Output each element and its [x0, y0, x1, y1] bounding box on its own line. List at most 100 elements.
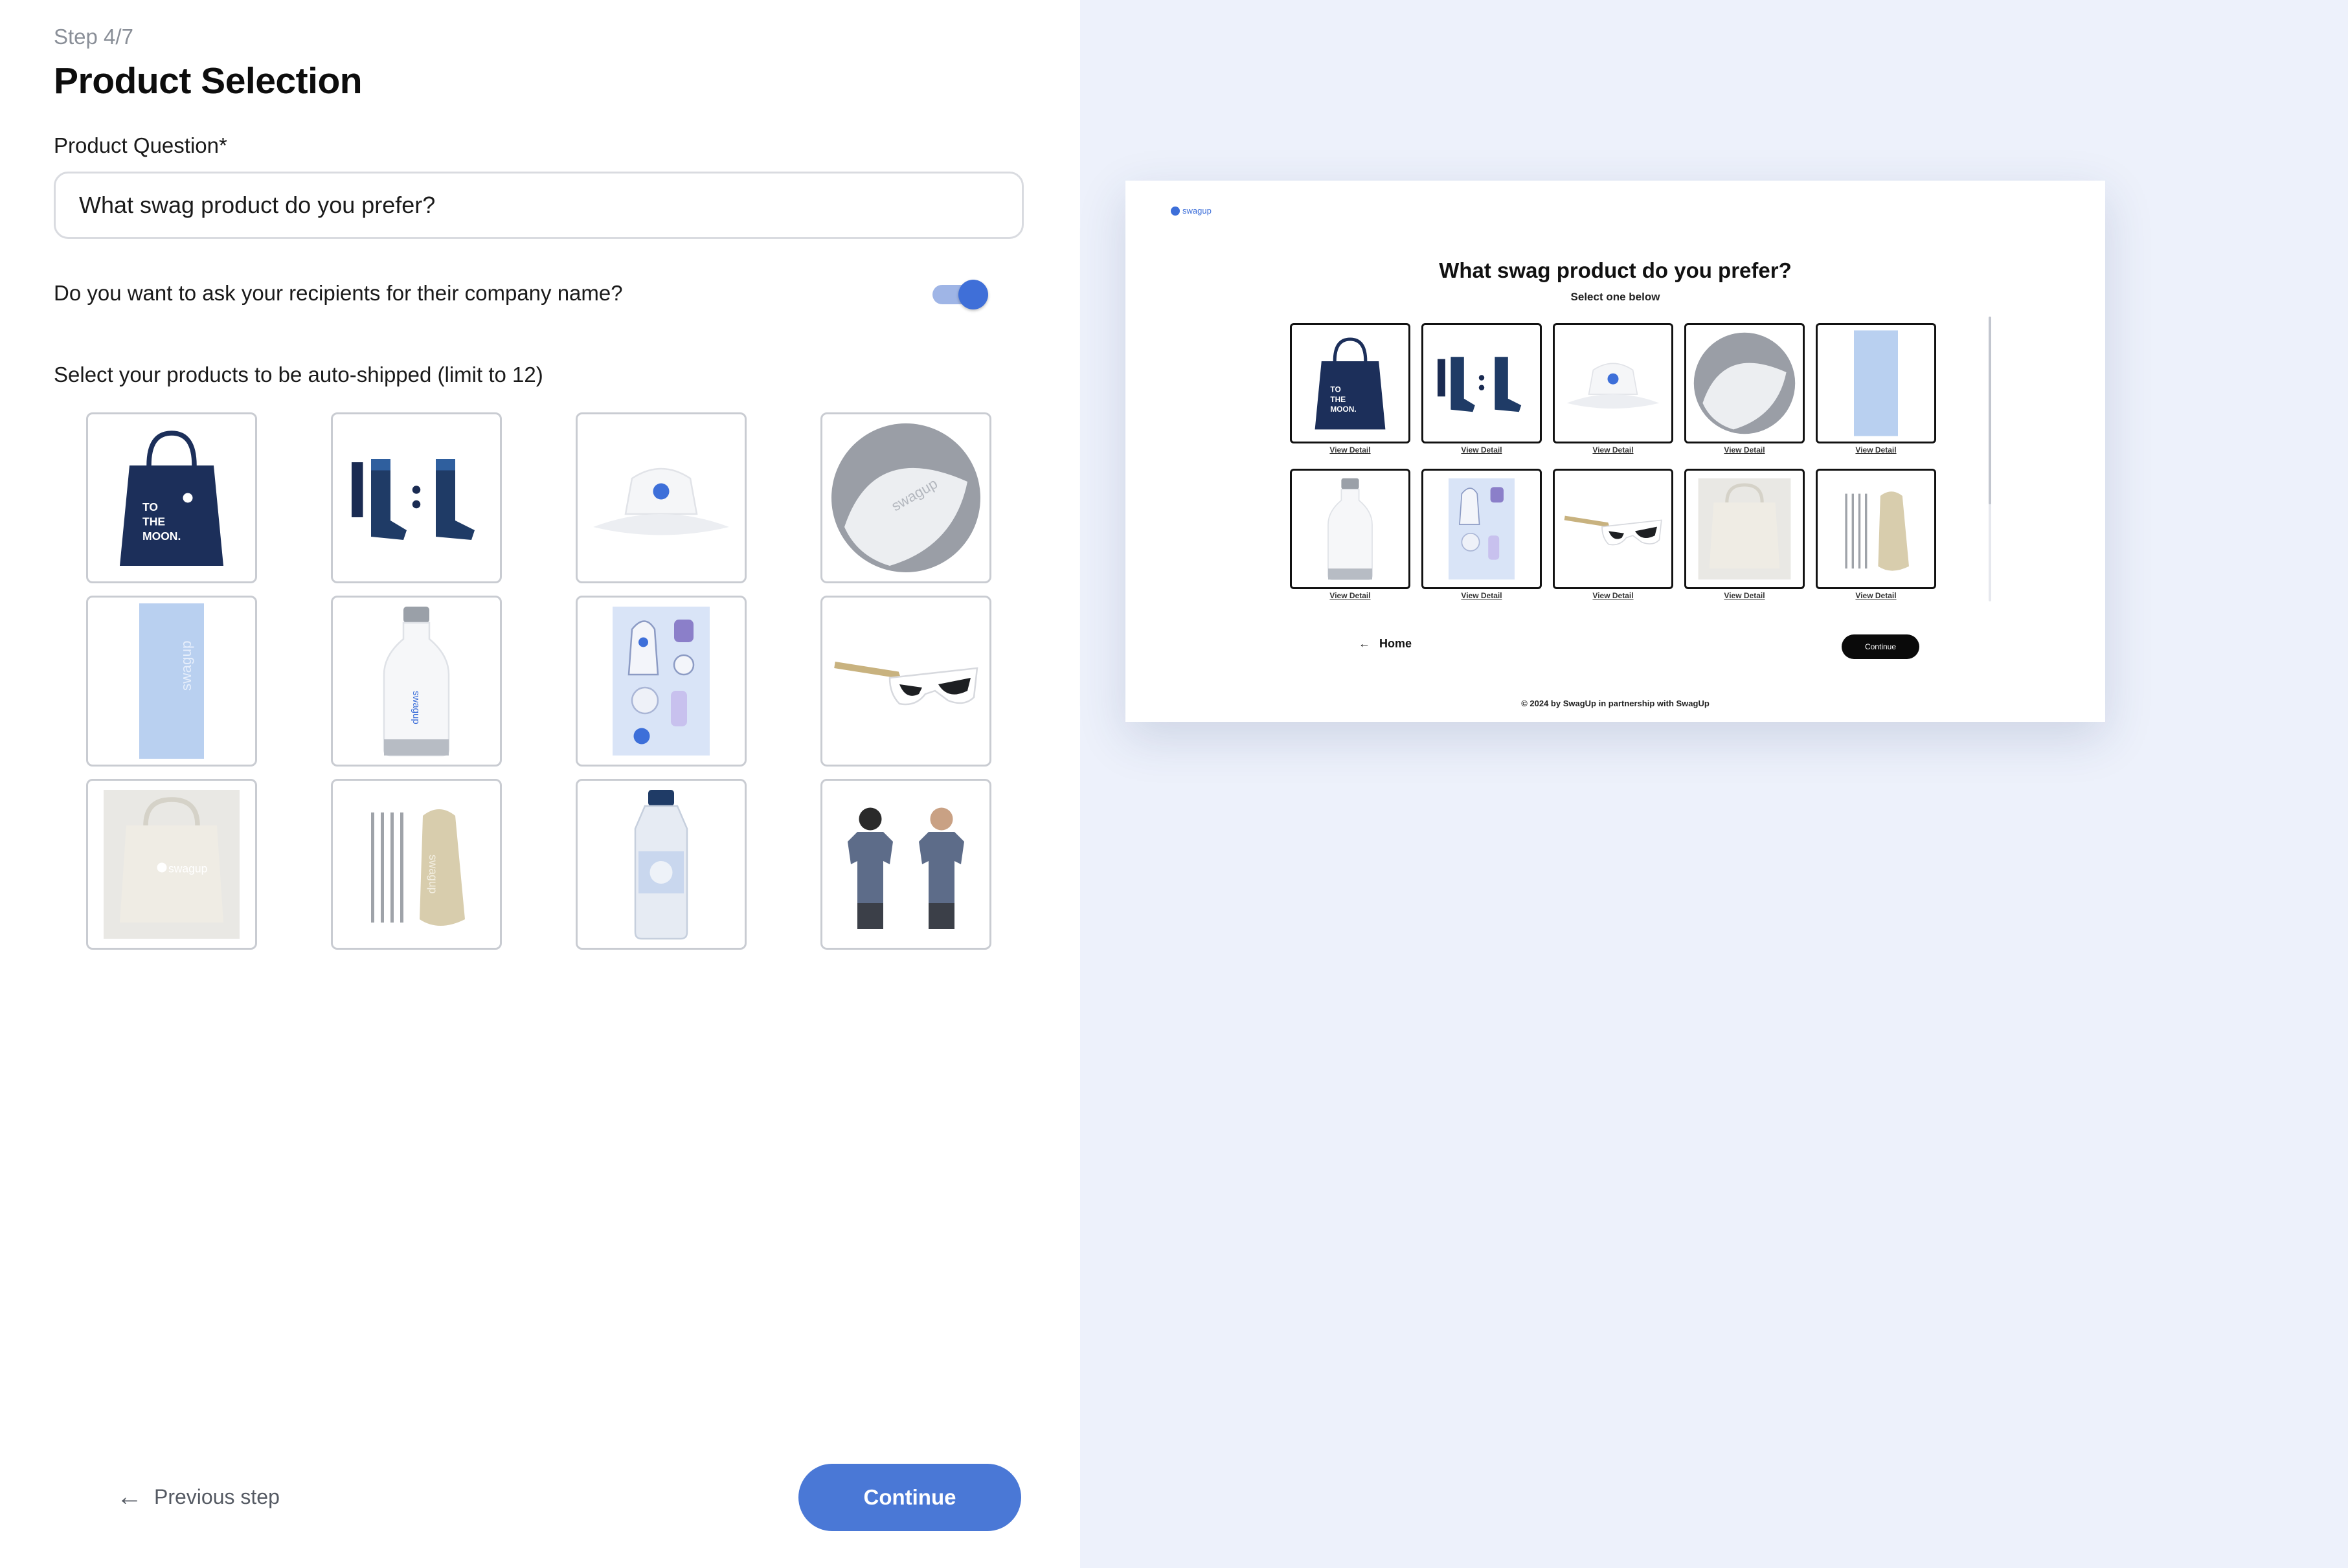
svg-text:THE: THE — [1330, 395, 1346, 404]
product-question-input[interactable] — [54, 172, 1024, 239]
product-card-straw-set[interactable]: swagup — [331, 779, 502, 950]
preview-item: View Detail — [1290, 469, 1410, 600]
product-card-tote-bag[interactable]: TO THE MOON. — [86, 412, 257, 583]
svg-text:TO: TO — [142, 500, 158, 513]
svg-text:MOON.: MOON. — [142, 530, 181, 543]
svg-text:swagup: swagup — [168, 862, 207, 875]
preview-card-socks[interactable] — [1421, 323, 1542, 443]
view-detail-link[interactable]: View Detail — [1592, 591, 1633, 600]
toggle-knob — [958, 280, 988, 309]
preview-card-canvas-bag[interactable] — [1684, 469, 1805, 589]
socks-icon — [352, 459, 475, 540]
sunglasses-icon — [834, 662, 978, 706]
preview-scrollbar-thumb[interactable] — [1989, 317, 1991, 504]
previous-step-label: Previous step — [154, 1484, 280, 1508]
preview-panel: swagup What swag product do you prefer? … — [1080, 0, 2348, 1568]
preview-window: swagup What swag product do you prefer? … — [1125, 181, 2105, 722]
straw-set-icon: swagup — [371, 809, 465, 926]
company-name-toggle-label: Do you want to ask your recipients for t… — [54, 281, 623, 305]
view-detail-link[interactable]: View Detail — [1329, 591, 1370, 600]
svg-text:swagup: swagup — [411, 691, 422, 724]
preview-card-bucket-hat[interactable] — [1553, 323, 1673, 443]
page-title: Product Selection — [54, 60, 363, 102]
preview-card-sunglasses[interactable] — [1553, 469, 1673, 589]
plastic-bottle-icon — [634, 790, 688, 940]
product-card-tshirts[interactable] — [820, 779, 991, 950]
svg-text:MOON.: MOON. — [1330, 405, 1356, 414]
view-detail-link[interactable]: View Detail — [1855, 591, 1896, 600]
preview-card-straw-set[interactable] — [1816, 469, 1936, 589]
preview-card-sticker-sheet[interactable] — [1421, 469, 1542, 589]
preview-item: View Detail — [1684, 469, 1805, 600]
product-card-sticker-sheet[interactable] — [576, 596, 747, 767]
view-detail-link[interactable]: View Detail — [1592, 445, 1633, 454]
swagup-logo-text: swagup — [1182, 206, 1212, 216]
preview-item: View Detail — [1421, 469, 1542, 600]
preview-continue-button[interactable]: Continue — [1842, 634, 1919, 659]
company-name-toggle[interactable] — [932, 280, 988, 309]
product-card-canvas-bag[interactable]: swagup — [86, 779, 257, 950]
view-detail-link[interactable]: View Detail — [1724, 591, 1765, 600]
swagup-logo-icon — [1171, 206, 1180, 216]
preview-item: View Detail — [1684, 323, 1805, 454]
preview-subtitle: Select one below — [1570, 291, 1660, 303]
svg-text:THE: THE — [142, 515, 165, 528]
swagup-logo: swagup — [1171, 206, 1212, 216]
preview-item: TO THE MOON. View Detail — [1290, 323, 1410, 454]
sticker-sheet-icon — [1449, 478, 1515, 580]
form-panel: Step 4/7 Product Selection Product Quest… — [0, 0, 1080, 1568]
preview-scrollbar[interactable] — [1989, 317, 1991, 601]
product-card-bucket-hat[interactable] — [576, 412, 747, 583]
preview-home-button[interactable]: ← Home — [1359, 637, 1412, 651]
continue-button[interactable]: Continue — [798, 1464, 1021, 1531]
view-detail-link[interactable]: View Detail — [1461, 591, 1502, 600]
svg-text:swagup: swagup — [178, 640, 194, 691]
canvas-bag-icon — [1698, 478, 1791, 580]
beach-ball-icon — [1693, 332, 1796, 434]
product-grid: TO THE MOON. swagup swagup swagup swagup… — [86, 412, 991, 950]
product-card-beach-ball[interactable]: swagup — [820, 412, 991, 583]
water-bottle-icon — [1327, 478, 1373, 581]
sticker-sheet-icon — [613, 607, 710, 756]
tote-bag-icon: TO THE MOON. — [120, 431, 223, 566]
product-card-plastic-bottle[interactable] — [576, 779, 747, 950]
towel-icon: swagup — [139, 603, 204, 759]
view-detail-link[interactable]: View Detail — [1461, 445, 1502, 454]
product-select-hint: Select your products to be auto-shipped … — [54, 363, 543, 386]
svg-text:TO: TO — [1330, 385, 1340, 394]
towel-icon — [1854, 330, 1898, 436]
preview-card-water-bottle[interactable] — [1290, 469, 1410, 589]
product-question-label: Product Question* — [54, 133, 227, 157]
preview-home-label: Home — [1379, 637, 1412, 650]
product-card-towel[interactable]: swagup — [86, 596, 257, 767]
view-detail-link[interactable]: View Detail — [1724, 445, 1765, 454]
product-card-socks[interactable] — [331, 412, 502, 583]
preview-item: View Detail — [1553, 469, 1673, 600]
bucket-hat-icon — [593, 467, 729, 535]
preview-item: View Detail — [1421, 323, 1542, 454]
preview-item: View Detail — [1816, 323, 1936, 454]
preview-footer: © 2024 by SwagUp in partnership with Swa… — [1521, 699, 1710, 708]
product-card-water-bottle[interactable]: swagup — [331, 596, 502, 767]
svg-text:swagup: swagup — [427, 855, 440, 893]
beach-ball-icon: swagup — [831, 423, 980, 572]
tote-bag-icon: TO THE MOON. — [1315, 337, 1386, 430]
step-indicator: Step 4/7 — [54, 25, 133, 49]
socks-icon — [1438, 357, 1522, 412]
bucket-hat-icon — [1566, 363, 1660, 409]
straw-set-icon — [1845, 491, 1909, 571]
preview-card-tote-bag[interactable]: TO THE MOON. — [1290, 323, 1410, 443]
canvas-bag-icon: swagup — [104, 790, 240, 939]
view-detail-link[interactable]: View Detail — [1329, 445, 1370, 454]
preview-card-towel[interactable] — [1816, 323, 1936, 443]
view-detail-link[interactable]: View Detail — [1855, 445, 1896, 454]
preview-item: View Detail — [1553, 323, 1673, 454]
arrow-left-icon: ← — [117, 1482, 142, 1511]
previous-step-button[interactable]: ← Previous step — [117, 1483, 280, 1511]
arrow-left-icon: ← — [1359, 637, 1370, 650]
preview-item: View Detail — [1816, 469, 1936, 600]
product-card-sunglasses[interactable] — [820, 596, 991, 767]
tshirt-icon — [848, 807, 964, 929]
preview-card-beach-ball[interactable] — [1684, 323, 1805, 443]
preview-question-title: What swag product do you prefer? — [1439, 258, 1792, 282]
